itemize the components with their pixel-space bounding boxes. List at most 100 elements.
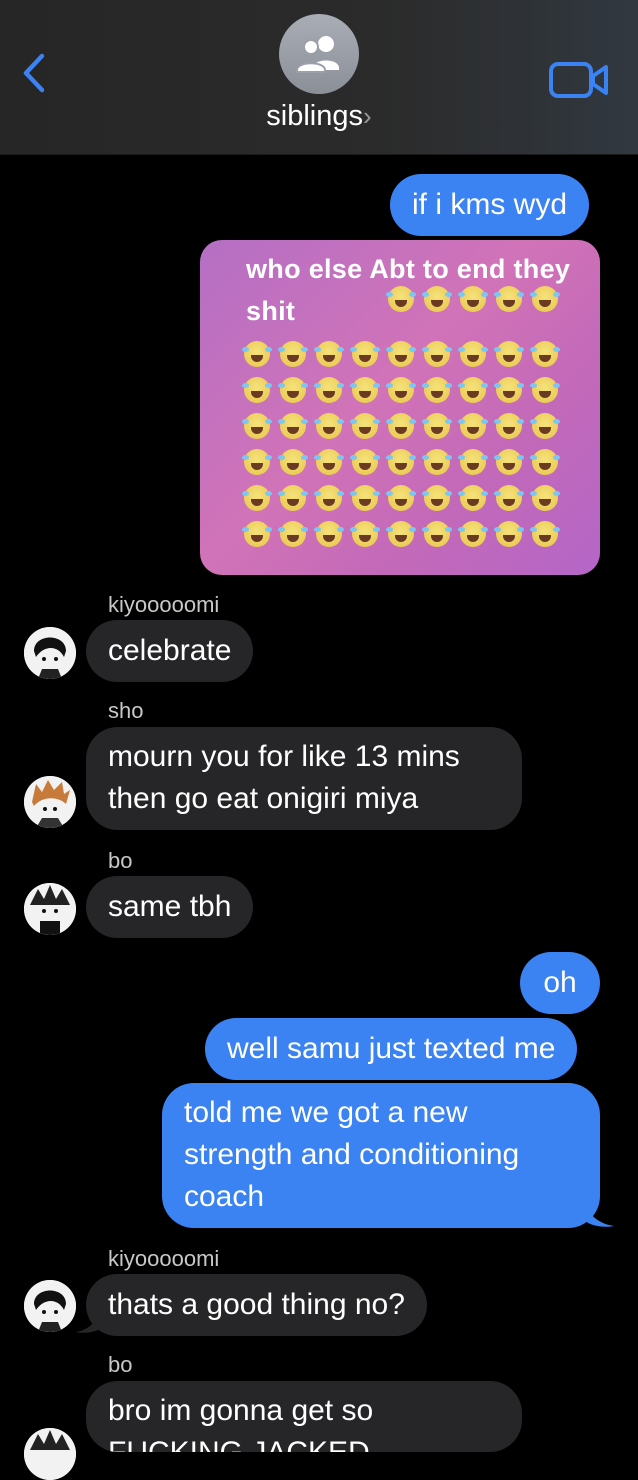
message-text: oh — [543, 966, 577, 999]
laughing-emoji-icon — [386, 485, 416, 511]
outgoing-message[interactable]: well samu just texted me — [205, 1018, 578, 1080]
laughing-emoji-icon — [422, 485, 452, 511]
laughing-emoji-icon — [386, 413, 416, 439]
laughing-emoji-icon — [350, 377, 380, 403]
laughing-emoji-icon — [458, 485, 488, 511]
laughing-emoji-icon — [314, 521, 344, 547]
incoming-message[interactable]: celebrate — [86, 620, 254, 682]
back-button[interactable] — [18, 50, 68, 106]
laughing-emoji-icon — [458, 449, 488, 475]
laughing-emoji-icon — [242, 377, 272, 403]
outgoing-message[interactable]: if i kms wyd — [390, 174, 590, 236]
message-line: told me we got a new — [184, 1096, 468, 1129]
laughing-emoji-icon — [494, 377, 524, 403]
laughing-emoji-icon — [314, 377, 344, 403]
laughing-emoji-icon — [494, 521, 524, 547]
laughing-emoji-icon — [278, 521, 308, 547]
message-text: celebrate — [108, 634, 232, 667]
incoming-message[interactable]: bro im gonna get so FUCKING JACKED — [86, 1381, 522, 1452]
message-line: strength and conditioning — [184, 1138, 520, 1171]
laughing-emoji-icon — [458, 521, 488, 547]
avatar[interactable] — [24, 883, 76, 935]
laughing-emoji-icon — [278, 341, 308, 367]
laughing-emoji-icon — [386, 377, 416, 403]
laughing-emoji-icon — [458, 286, 488, 312]
laughing-emoji-icon — [314, 341, 344, 367]
laughing-emoji-icon — [530, 377, 560, 403]
laughing-emoji-icon — [350, 413, 380, 439]
laughing-emoji-icon — [422, 377, 452, 403]
laughing-emoji-icon — [386, 449, 416, 475]
laughing-emoji-icon — [386, 341, 416, 367]
laughing-emoji-icon — [350, 485, 380, 511]
laughing-emoji-icon — [350, 521, 380, 547]
laughing-emoji-icon — [422, 286, 452, 312]
video-camera-icon — [549, 62, 608, 98]
laughing-emoji-icon — [530, 449, 560, 475]
chat-title[interactable]: siblings› — [0, 100, 638, 133]
laughing-emoji-icon — [314, 449, 344, 475]
laughing-emoji-icon — [314, 485, 344, 511]
sender-name: bo — [108, 1352, 133, 1377]
message-text: if i kms wyd — [412, 188, 568, 221]
video-call-button[interactable] — [548, 58, 610, 107]
laughing-emoji-icon — [350, 449, 380, 475]
laughing-emoji-icon — [386, 286, 416, 312]
sender-name: sho — [108, 698, 144, 723]
laughing-emoji-icon — [422, 521, 452, 547]
message-line: then go eat onigiri miya — [108, 782, 419, 815]
laughing-emoji-icon — [242, 485, 272, 511]
laughing-emoji-icon — [530, 485, 560, 511]
laughing-emoji-icon — [494, 485, 524, 511]
avatar[interactable] — [24, 627, 76, 679]
message-line: mourn you for like 13 mins — [108, 740, 460, 773]
laughing-emoji-icon — [242, 449, 272, 475]
sender-name: kiyooooomi — [108, 592, 220, 617]
message-text: thats a good thing no? — [108, 1288, 405, 1321]
message-line: coach — [184, 1180, 265, 1213]
incoming-message[interactable]: same tbh — [86, 876, 254, 938]
chat-header: siblings› — [0, 0, 638, 155]
laughing-emoji-icon — [458, 377, 488, 403]
laughing-emoji-icon — [350, 341, 380, 367]
meme-image[interactable]: who else Abt to end they shit — [200, 240, 600, 575]
laughing-emoji-icon — [494, 413, 524, 439]
chevron-left-icon — [23, 53, 45, 93]
incoming-message[interactable]: mourn you for like 13 mins then go eat o… — [86, 727, 522, 830]
group-avatar[interactable] — [279, 14, 359, 94]
laughing-emoji-icon — [242, 341, 272, 367]
avatar[interactable] — [24, 1428, 76, 1480]
group-icon — [296, 36, 339, 73]
laughing-emoji-icon — [278, 485, 308, 511]
laughing-emoji-icon — [422, 341, 452, 367]
message-line: bro im gonna get so — [108, 1394, 374, 1427]
message-line: FUCKING JACKED — [108, 1432, 500, 1452]
avatar[interactable] — [24, 1280, 76, 1332]
laughing-emoji-icon — [458, 341, 488, 367]
avatar[interactable] — [24, 776, 76, 828]
bubble-tail — [76, 1306, 104, 1333]
laughing-emoji-icon — [422, 449, 452, 475]
laughing-emoji-icon — [242, 521, 272, 547]
laughing-emoji-icon — [530, 413, 560, 439]
message-text: well samu just texted me — [227, 1032, 556, 1065]
laughing-emoji-icon — [278, 449, 308, 475]
laughing-emoji-icon — [494, 286, 524, 312]
laughing-emoji-icon — [494, 449, 524, 475]
laughing-emoji-icon — [530, 341, 560, 367]
laughing-emoji-icon — [530, 286, 560, 312]
laughing-emoji-icon — [314, 413, 344, 439]
laughing-emoji-icon — [278, 377, 308, 403]
laughing-emoji-icon — [242, 413, 272, 439]
incoming-message[interactable]: thats a good thing no? — [86, 1274, 427, 1336]
bubble-tail — [584, 1200, 614, 1227]
message-text: same tbh — [108, 890, 232, 923]
laughing-emoji-icon — [386, 521, 416, 547]
chat-title-text: siblings — [266, 100, 364, 132]
laughing-emoji-icon — [494, 341, 524, 367]
outgoing-message[interactable]: told me we got a new strength and condit… — [162, 1083, 600, 1228]
laughing-emoji-icon — [422, 413, 452, 439]
chevron-right-icon: › — [363, 101, 372, 131]
outgoing-message[interactable]: oh — [520, 952, 600, 1014]
laughing-emoji-icon — [530, 521, 560, 547]
